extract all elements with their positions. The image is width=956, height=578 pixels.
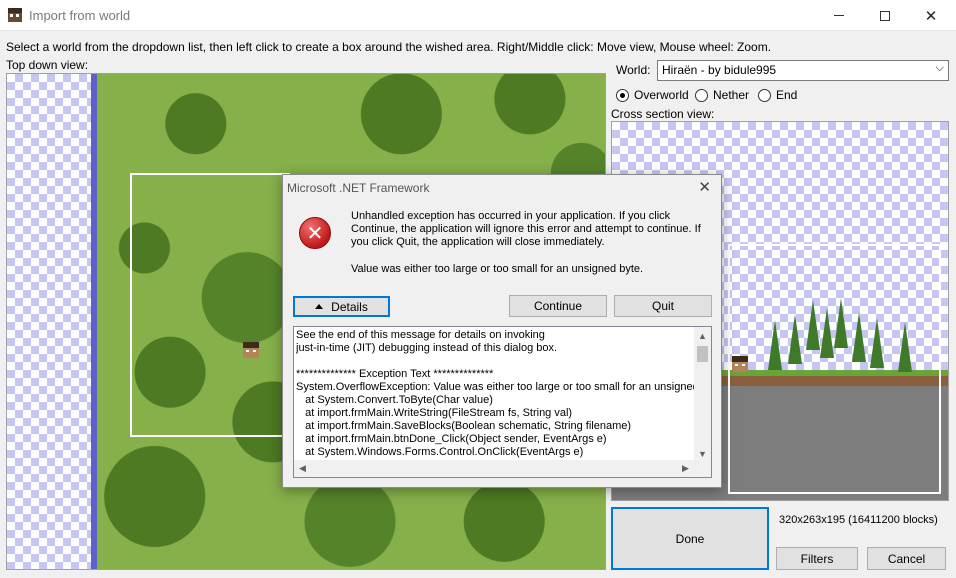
triangle-up-icon [315, 304, 324, 309]
radio-nether-dot [695, 88, 708, 102]
blocks-info: 320x263x195 (16411200 blocks) [779, 514, 938, 526]
details-button[interactable]: Details [293, 296, 390, 317]
world-dropdown-value: Hiraën - by bidule995 [662, 63, 777, 77]
maximize-icon [880, 10, 890, 21]
horizontal-scrollbar[interactable]: ◀ ▶ [294, 460, 694, 477]
world-label: World: [616, 63, 651, 77]
radio-overworld-dot [616, 88, 629, 102]
exception-details-text: See the end of this message for details … [296, 329, 694, 458]
dialog-title: Microsoft .NET Framework [287, 181, 430, 195]
details-button-label: Details [331, 299, 368, 314]
cross-selection-box[interactable] [728, 244, 941, 494]
scroll-right-icon[interactable]: ▶ [677, 460, 694, 477]
vertical-scrollbar[interactable]: ▲ ▼ [694, 327, 711, 462]
radio-end[interactable]: End [758, 88, 797, 102]
minimize-icon [834, 15, 844, 16]
radio-end-dot [758, 88, 771, 102]
maximize-button[interactable] [862, 0, 908, 31]
scrollbar-corner [694, 460, 711, 477]
crossview-label: Cross section view: [611, 107, 715, 121]
error-icon: ✕ [299, 217, 331, 249]
dialog-close-icon[interactable]: ✕ [698, 178, 711, 196]
topview-label: Top down view: [6, 58, 89, 72]
river [91, 74, 97, 569]
close-icon: ✕ [924, 7, 938, 25]
exception-details-textbox[interactable]: See the end of this message for details … [293, 326, 712, 478]
radio-nether[interactable]: Nether [695, 88, 749, 102]
quit-button[interactable]: Quit [614, 295, 712, 317]
app-icon [8, 8, 22, 22]
scroll-up-icon[interactable]: ▲ [694, 327, 711, 344]
error-dialog: Microsoft .NET Framework ✕ ✕ Unhandled e… [282, 174, 722, 488]
dialog-message: Unhandled exception has occurred in your… [351, 210, 701, 248]
chevron-down-icon: ⌵ [935, 62, 944, 74]
title-bar: Import from world ✕ [0, 0, 956, 31]
instructions-text: Select a world from the dropdown list, t… [6, 40, 772, 54]
done-button[interactable]: Done [611, 507, 769, 570]
close-button[interactable]: ✕ [908, 0, 954, 31]
dialog-detail-message: Value was either too large or too small … [351, 263, 644, 275]
radio-overworld[interactable]: Overworld [616, 88, 689, 102]
continue-button[interactable]: Continue [509, 295, 607, 317]
minimize-button[interactable] [816, 0, 862, 31]
player-marker-icon [243, 342, 259, 358]
scroll-thumb[interactable] [697, 346, 708, 362]
radio-nether-label: Nether [713, 88, 750, 102]
radio-overworld-label: Overworld [634, 88, 689, 102]
scroll-left-icon[interactable]: ◀ [294, 460, 311, 477]
filters-button[interactable]: Filters [776, 547, 858, 570]
window-title: Import from world [29, 8, 131, 23]
radio-end-label: End [776, 88, 798, 102]
selection-box[interactable] [130, 173, 290, 437]
cancel-button[interactable]: Cancel [867, 547, 946, 570]
world-dropdown[interactable]: Hiraën - by bidule995 ⌵ [657, 60, 949, 81]
